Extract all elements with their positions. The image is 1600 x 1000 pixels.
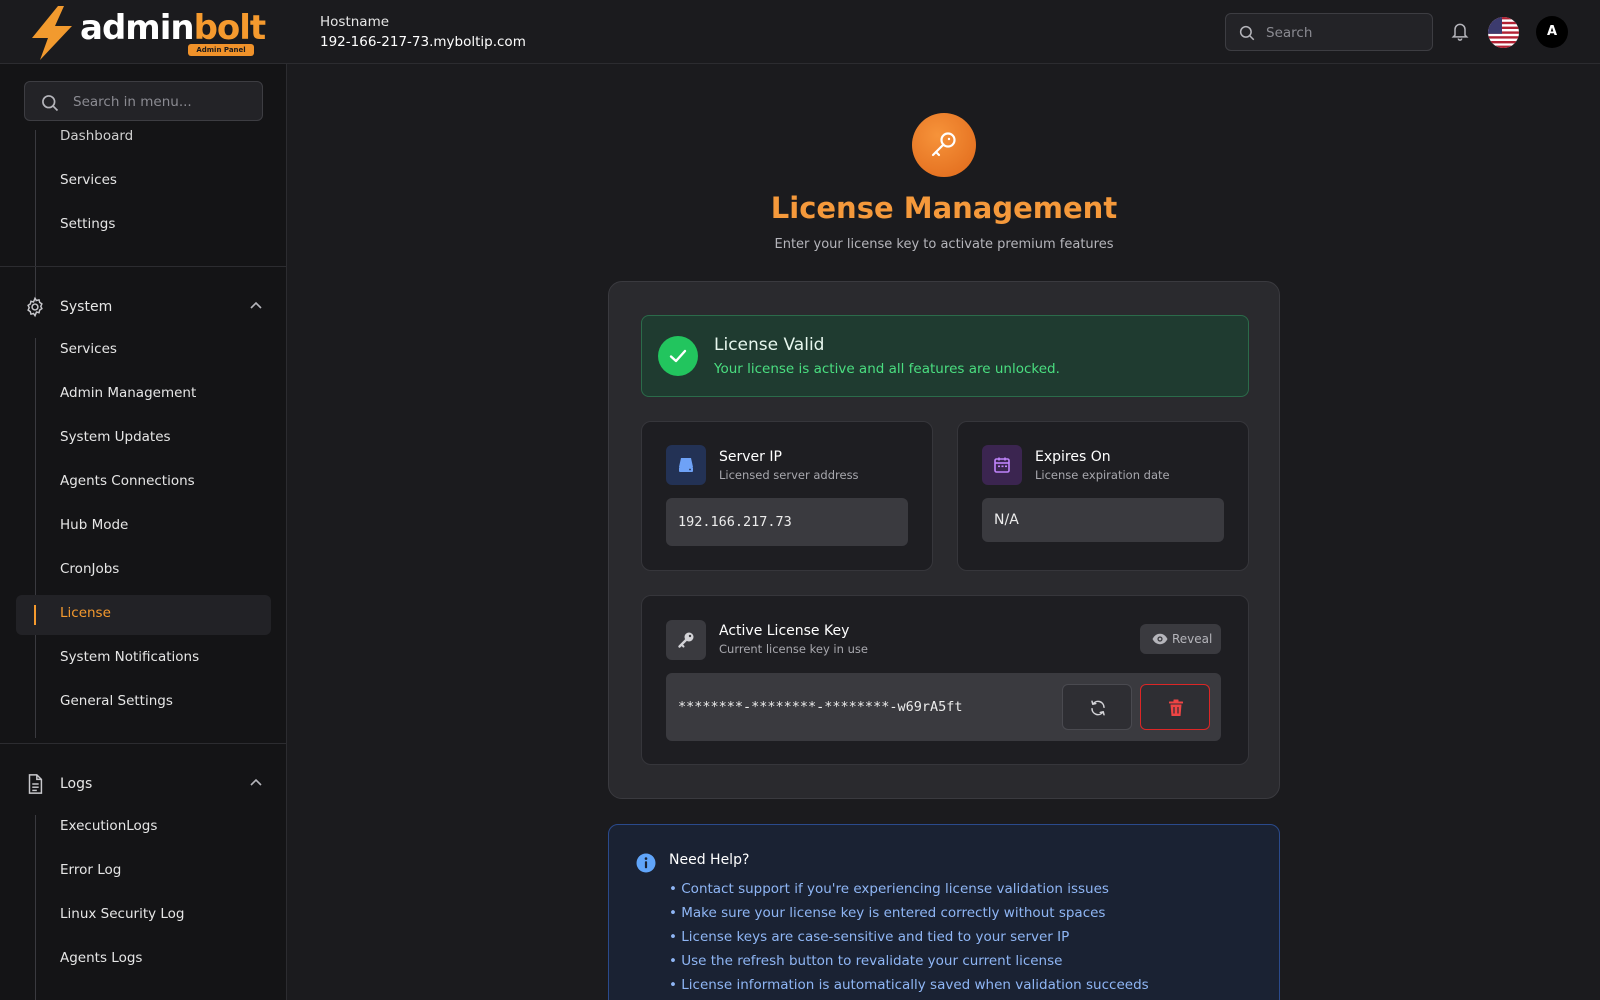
- tree-line: [35, 130, 36, 302]
- sidebar-item-admin-management[interactable]: Admin Management: [60, 382, 196, 404]
- header-search[interactable]: [1225, 13, 1433, 51]
- main-content: License Management Enter your license ke…: [288, 64, 1600, 1000]
- sidebar-active-highlight: [16, 595, 271, 635]
- avatar[interactable]: A: [1536, 16, 1568, 48]
- help-item: • License keys are case-sensitive and ti…: [669, 929, 1070, 945]
- expires-card: Expires On License expiration date N/A: [957, 421, 1249, 571]
- sidebar-item-dashboard[interactable]: Dashboard: [60, 125, 133, 147]
- help-panel: Need Help? • Contact support if you're e…: [608, 824, 1280, 1000]
- delete-button[interactable]: [1140, 684, 1210, 730]
- tree-line: [35, 815, 36, 1000]
- admin-panel-badge: Admin Panel: [188, 44, 254, 56]
- reveal-label: Reveal: [1172, 632, 1213, 646]
- license-key-card: Active License Key Current license key i…: [641, 595, 1249, 765]
- search-icon: [1239, 25, 1255, 41]
- reveal-button[interactable]: Reveal: [1140, 624, 1221, 654]
- sidebar-item-cronjobs[interactable]: CronJobs: [60, 558, 119, 580]
- help-title: Need Help?: [669, 852, 750, 868]
- sidebar-section-label: Logs: [60, 776, 93, 792]
- key-icon: [931, 132, 956, 157]
- us-flag-icon[interactable]: [1488, 17, 1519, 48]
- chevron-up-icon[interactable]: [250, 778, 262, 786]
- sidebar-section-system[interactable]: System: [24, 294, 264, 320]
- server-icon: [679, 458, 693, 472]
- sidebar-divider: [0, 266, 286, 267]
- sidebar-section-label: System: [60, 299, 113, 315]
- help-list: • Contact support if you're experiencing…: [669, 877, 1149, 997]
- server-ip-card: Server IP Licensed server address 192.16…: [641, 421, 933, 571]
- info-icon: [636, 853, 656, 873]
- license-key-value[interactable]: ********-********-********-w69rA5ft: [678, 697, 962, 717]
- sidebar-item-system-updates[interactable]: System Updates: [60, 426, 171, 448]
- page-title: License Management: [770, 191, 1118, 225]
- server-ip-title: Server IP: [719, 449, 782, 465]
- sidebar-item-agents-connections[interactable]: Agents Connections: [60, 470, 195, 492]
- sidebar-search-input[interactable]: [73, 91, 253, 113]
- sidebar-item-error-log[interactable]: Error Log: [60, 859, 121, 881]
- trash-icon: [1169, 699, 1183, 716]
- sidebar-item-system-services[interactable]: Services: [60, 338, 117, 360]
- header-search-input[interactable]: [1266, 22, 1421, 44]
- page-subtitle: Enter your license key to activate premi…: [774, 237, 1114, 252]
- check-circle-icon: [658, 336, 698, 376]
- license-key-field: ********-********-********-w69rA5ft: [666, 673, 1221, 741]
- help-item: • Use the refresh button to revalidate y…: [669, 953, 1063, 969]
- hostname-value: 192-166-217-73.myboltip.com: [320, 34, 526, 50]
- chevron-up-icon[interactable]: [250, 301, 262, 309]
- bell-icon[interactable]: [1450, 20, 1470, 42]
- sidebar-item-execution-logs[interactable]: ExecutionLogs: [60, 815, 157, 837]
- license-card: License Valid Your license is active and…: [608, 281, 1280, 799]
- status-message: Your license is active and all features …: [714, 361, 1060, 377]
- license-key-title: Active License Key: [719, 623, 850, 639]
- file-icon: [28, 774, 43, 794]
- help-item: • Make sure your license key is entered …: [669, 905, 1106, 921]
- calendar-icon: [994, 457, 1010, 473]
- sidebar: Dashboard Services Settings System Servi…: [0, 64, 287, 1000]
- sidebar-item-agents-logs[interactable]: Agents Logs: [60, 947, 142, 969]
- tree-line: [35, 338, 36, 738]
- hostname-label: Hostname: [320, 14, 390, 30]
- key-icon-box: [666, 620, 706, 660]
- sidebar-search[interactable]: [24, 81, 263, 121]
- status-title: License Valid: [714, 335, 825, 355]
- sidebar-item-settings[interactable]: Settings: [60, 213, 115, 235]
- expires-value: N/A: [982, 498, 1224, 542]
- bolt-icon: [32, 6, 72, 60]
- license-status-banner: License Valid Your license is active and…: [641, 315, 1249, 397]
- sidebar-item-system-notifications[interactable]: System Notifications: [60, 646, 199, 668]
- logo-wordmark: adminbolt: [80, 8, 266, 48]
- server-ip-value: 192.166.217.73: [666, 498, 908, 546]
- help-item: • Contact support if you're experiencing…: [669, 881, 1109, 897]
- sidebar-item-general-settings[interactable]: General Settings: [60, 690, 173, 712]
- refresh-button[interactable]: [1062, 684, 1132, 730]
- sidebar-divider: [0, 743, 286, 744]
- license-key-subtitle: Current license key in use: [719, 642, 868, 656]
- sidebar-item-hub-mode[interactable]: Hub Mode: [60, 514, 128, 536]
- license-hero-badge: [912, 113, 976, 177]
- sidebar-item-license[interactable]: License: [60, 602, 111, 624]
- help-item: • License information is automatically s…: [669, 977, 1149, 993]
- server-icon-box: [666, 445, 706, 485]
- expires-title: Expires On: [1035, 449, 1111, 465]
- search-icon: [42, 95, 59, 112]
- refresh-icon: [1091, 700, 1105, 716]
- hostname-block: Hostname 192-166-217-73.myboltip.com: [320, 13, 526, 53]
- sidebar-active-indicator: [34, 605, 36, 625]
- adminbolt-logo[interactable]: adminbolt Admin Panel: [28, 6, 268, 60]
- eye-icon: [1152, 633, 1168, 645]
- gear-icon: [27, 296, 43, 318]
- top-header: adminbolt Admin Panel Hostname 192-166-2…: [0, 0, 1600, 64]
- expires-subtitle: License expiration date: [1035, 468, 1170, 482]
- calendar-icon-box: [982, 445, 1022, 485]
- sidebar-item-linux-security-log[interactable]: Linux Security Log: [60, 903, 185, 925]
- key-icon: [678, 632, 694, 648]
- sidebar-section-logs[interactable]: Logs: [24, 771, 264, 797]
- server-ip-subtitle: Licensed server address: [719, 468, 859, 482]
- sidebar-item-services[interactable]: Services: [60, 169, 117, 191]
